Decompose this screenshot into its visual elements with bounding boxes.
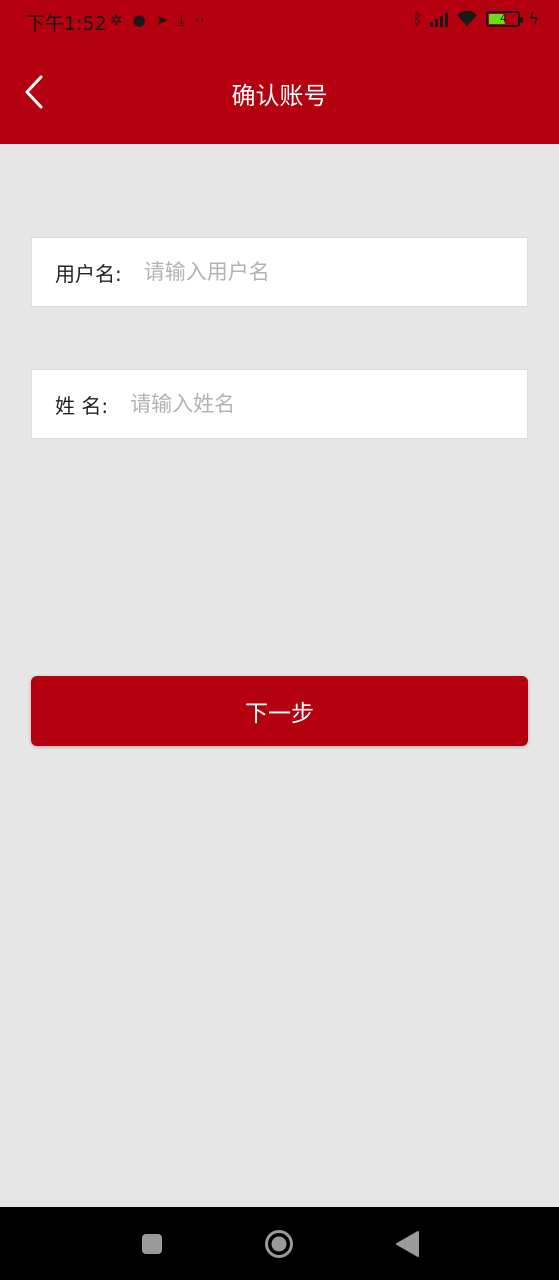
- circle-icon: [265, 1230, 293, 1258]
- nav-bar: 确认账号: [0, 60, 559, 124]
- home-button[interactable]: [264, 1229, 294, 1259]
- header-bar: 下午1:52 ✲ ● ➤ ⤓ ·· ᛒ 4 ϟ 确认账号: [0, 0, 559, 144]
- system-status-icons: ᛒ 4 ϟ: [413, 9, 539, 28]
- chat-icon: ●: [132, 11, 146, 29]
- name-label: 姓 名:: [55, 393, 109, 418]
- bluetooth-icon: ᛒ: [412, 9, 423, 28]
- notification-icon: ✲: [110, 11, 123, 29]
- username-label: 用户名:: [55, 261, 122, 286]
- status-time: 下午1:52: [26, 13, 107, 35]
- notification-icons: ✲ ● ➤ ⤓ ··: [110, 11, 204, 29]
- battery-icon: 4: [486, 10, 524, 27]
- recent-apps-button[interactable]: [137, 1229, 167, 1259]
- page-title: 确认账号: [231, 82, 328, 110]
- square-icon: [142, 1234, 162, 1254]
- charging-icon: ϟ: [528, 9, 539, 28]
- username-field: 用户名:: [31, 237, 528, 307]
- telegram-icon: ➤: [155, 11, 169, 29]
- next-button[interactable]: 下一步: [31, 676, 528, 746]
- status-bar: 下午1:52 ✲ ● ➤ ⤓ ·· ᛒ 4 ϟ: [0, 0, 559, 40]
- triangle-back-icon: [396, 1231, 419, 1257]
- download-icon: ⤓: [178, 11, 185, 29]
- more-notifications-icon: ··: [194, 11, 205, 29]
- battery-level: 4: [499, 11, 507, 25]
- system-nav-bar: [0, 1207, 559, 1280]
- system-back-button[interactable]: [392, 1229, 422, 1259]
- wifi-icon: [457, 10, 478, 26]
- name-field: 姓 名:: [31, 369, 528, 439]
- signal-icon: [430, 11, 449, 27]
- username-input[interactable]: [143, 260, 527, 284]
- name-input[interactable]: [130, 392, 527, 416]
- screen: 下午1:52 ✲ ● ➤ ⤓ ·· ᛒ 4 ϟ 确认账号 用户名: 请输入用户名…: [0, 0, 559, 1280]
